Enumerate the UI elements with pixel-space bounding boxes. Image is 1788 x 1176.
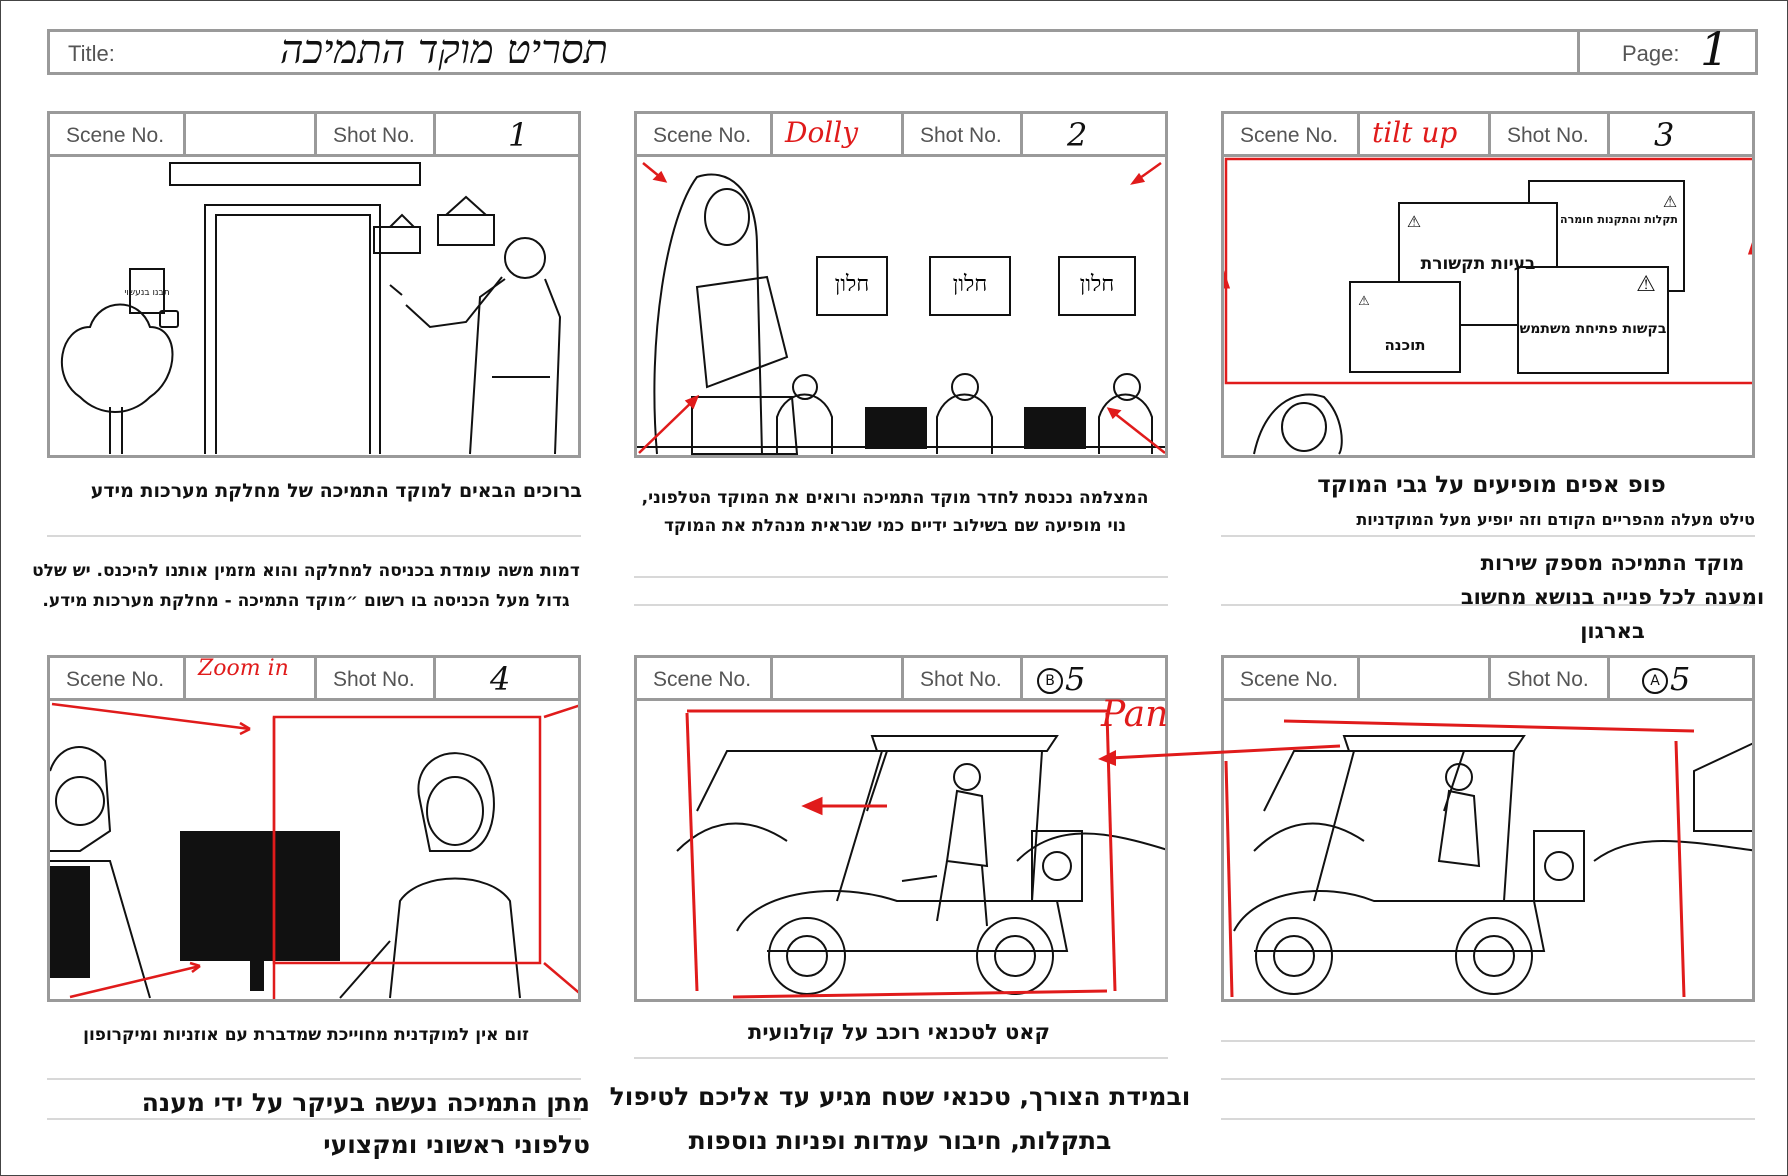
title-value: תסריט מוקד התמיכה	[280, 27, 608, 73]
page-label: Page:	[1622, 41, 1680, 66]
rule	[1221, 1078, 1755, 1080]
caption-shot-5b-narration: ובמידת הצורך, טכנאי שטח מגיע עד אליכם לט…	[609, 1082, 1191, 1155]
window-label: חלון	[835, 272, 870, 297]
popup-hardware: תקלות והתקנות חומרה	[1560, 213, 1678, 226]
rule	[47, 1078, 581, 1080]
panel-header: Scene No. tilt up Shot No. 3	[1221, 111, 1755, 157]
shot-marker: B	[1037, 668, 1063, 694]
shot-marker: A	[1642, 668, 1668, 694]
rule	[634, 604, 1168, 606]
rule	[634, 576, 1168, 578]
panel-image	[634, 701, 1168, 1002]
scene-label: Scene No.	[66, 668, 165, 691]
panel-image	[47, 701, 581, 1002]
panel-image: חלון חלון חלון	[634, 157, 1168, 458]
warning-icon: ⚠	[1358, 294, 1370, 309]
popup-comm: בעיות תקשורת	[1421, 254, 1536, 274]
shot-label: Shot No.	[920, 124, 1002, 147]
page-box: Page: 1	[1577, 22, 1755, 76]
shot-label: Shot No.	[333, 668, 415, 691]
sketch-popups: בעיות תקשורת תקלות והתקנות חומרה תוכנה ב…	[1224, 157, 1752, 455]
shot-number: 1	[508, 116, 529, 154]
warning-icon: ⚠	[1663, 192, 1677, 211]
caption-shot-3-note: טילט מעלה מהפריים הקודם וזה יופיע מעל המ…	[1356, 510, 1755, 529]
panel-image: תבנו בנעשוי	[47, 157, 581, 458]
shot-label: Shot No.	[920, 668, 1002, 691]
shot-number: 4	[490, 660, 511, 698]
caption-shot-4-narration: מתן התמיכה נעשה בעיקר על ידי מענה טלפוני…	[141, 1088, 590, 1159]
window-label: חלון	[953, 272, 988, 297]
shot-number: 2	[1067, 116, 1088, 154]
shot-number: 5	[1670, 660, 1691, 698]
sketch-operator-zoom	[50, 702, 578, 999]
rule	[1221, 1040, 1755, 1042]
caption-shot-5b: קאט לטכנאי רוכב על קולנועית	[748, 1020, 1050, 1044]
window-label: חלון	[1080, 272, 1115, 297]
sketch-doorway: תבנו בנעשוי	[61, 162, 562, 455]
scene-label: Scene No.	[653, 668, 752, 691]
rule	[1221, 604, 1755, 606]
scene-label: Scene No.	[66, 124, 165, 147]
rule	[1221, 1118, 1755, 1120]
panel-header: Scene No. Shot No. B 5	[634, 655, 1168, 701]
panel-header: Scene No. Shot No. 1	[47, 111, 581, 157]
sketch-support-room: חלון חלון חלון	[637, 161, 1165, 455]
shot-label: Shot No.	[333, 124, 415, 147]
popup-software: תוכנה	[1385, 336, 1426, 354]
warning-icon: ⚠	[1636, 272, 1656, 297]
sketch-golf-cart	[676, 709, 1165, 999]
panel-header: Scene No. Shot No. A 5	[1221, 655, 1755, 701]
rule	[47, 535, 581, 537]
shot-label: Shot No.	[1507, 124, 1589, 147]
panel-header: Scene No. Dolly Shot No. 2	[634, 111, 1168, 157]
caption-shot-3: מוקד התמיכה מספק שירות ומענה לכל פנייה ב…	[1460, 551, 1765, 643]
rule	[1221, 535, 1755, 537]
caption-shot-4: זום אין למוקדנית מחוייכת שמדברת עם אוזני…	[83, 1025, 529, 1045]
title-bar: Title: תסריט מוקד התמיכה Page: 1	[47, 22, 1758, 76]
scene-note: Zoom in	[198, 656, 289, 681]
title-label: Title:	[68, 41, 115, 66]
shot-number: 3	[1654, 116, 1675, 154]
scene-note: tilt up	[1372, 116, 1458, 149]
panel-image: בעיות תקשורת תקלות והתקנות חומרה תוכנה ב…	[1221, 157, 1755, 458]
scene-label: Scene No.	[653, 124, 752, 147]
panel-header: Scene No. Zoom in Shot No. 4	[47, 655, 581, 701]
rule	[634, 1057, 1168, 1059]
warning-icon: ⚠	[1407, 212, 1421, 231]
scene-note: Dolly	[785, 116, 859, 149]
caption-shot-1: ברוכים הבאים למוקד התמיכה של מחלקת מערכו…	[90, 480, 582, 502]
scene-label: Scene No.	[1240, 124, 1339, 147]
shot-label: Shot No.	[1507, 668, 1589, 691]
popup-user: בקשות פתיחת משתמש	[1520, 321, 1667, 337]
shot-number: 5	[1065, 660, 1086, 698]
page-value: 1	[1700, 22, 1730, 76]
caption-shot-2: המצלמה נכנסת לחדר מוקד התמיכה ורואים את …	[641, 488, 1149, 536]
sign-text: תבנו בנעשוי	[124, 288, 169, 298]
caption-shot-3-title: פופ אפים מופיעים על גבי המוקד	[1317, 472, 1666, 498]
pan-arrow	[1098, 744, 1341, 766]
scene-label: Scene No.	[1240, 668, 1339, 691]
caption-shot-1-detail: דמות משה עומדת בכניסה למחלקה והוא מזמין …	[32, 561, 580, 611]
